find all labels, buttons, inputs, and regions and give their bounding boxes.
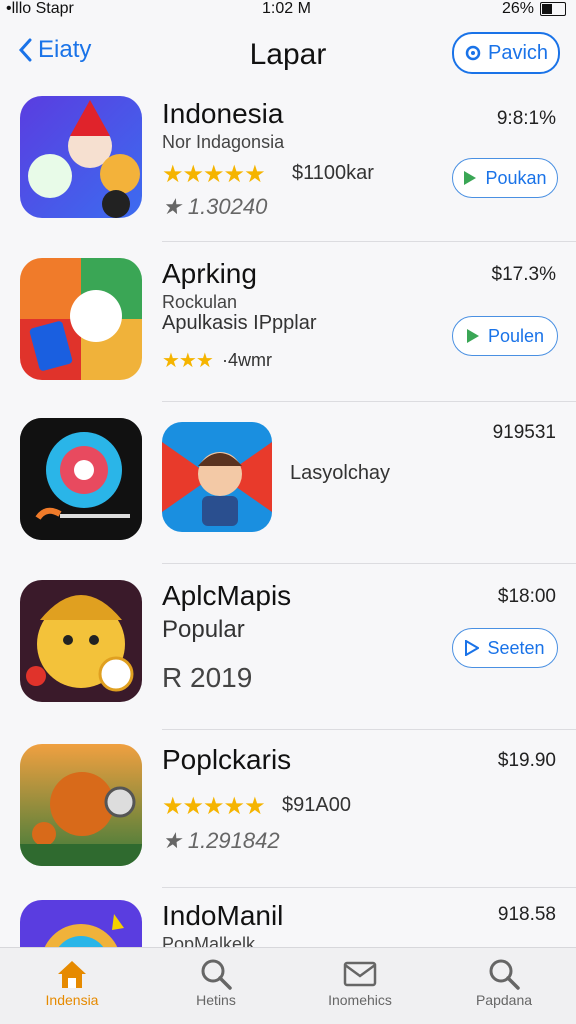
tab-mail[interactable]: Inomehics (288, 956, 432, 1008)
app-price: $17.3% (491, 264, 556, 285)
list-item[interactable]: Aprking Rockulan Apulkasis IPpplar ★★★ ·… (0, 242, 576, 402)
app-5-artwork-icon (20, 900, 142, 948)
rating-stars: ★★★ (162, 350, 214, 372)
app-icon (20, 744, 142, 866)
navigation-bar: Eiaty Lapar Pavich (0, 26, 576, 82)
app-price: $18:00 (497, 586, 556, 607)
get-button-label: Poulen (487, 325, 545, 346)
rating-extra: ·4wmr (222, 350, 272, 370)
rating-extra: $1100kar (292, 162, 374, 184)
play-icon (465, 640, 480, 656)
app-meta: ★ 1.291842 (162, 828, 280, 853)
app-name: Indonesia (162, 98, 284, 129)
status-bar: •lllo Stapr 1:02 M 26% (0, 0, 576, 20)
tab-home[interactable]: Indensia (0, 956, 144, 1008)
tab-label: Inomehics (328, 992, 392, 1008)
app-name: AplcMapis (162, 580, 292, 611)
app-price: $19.90 (497, 750, 556, 771)
get-button-label: Seeten (487, 637, 545, 658)
time-label: 1:02 M (262, 0, 311, 17)
tab-label: Hetins (196, 992, 236, 1008)
tab-label: Papdana (475, 992, 533, 1008)
nav-action-label: Pavich (487, 41, 549, 64)
app-icon (20, 580, 142, 702)
tab-bar: Indensia Hetins Inomehics Papdana (0, 947, 576, 1024)
play-icon (466, 329, 479, 343)
battery-percent: 26% (501, 0, 534, 17)
app-meta: ★ 1.30240 (162, 194, 268, 219)
app-1-artwork-icon (20, 258, 142, 380)
tab-search[interactable]: Hetins (144, 956, 288, 1008)
list-item[interactable]: Poplckaris ★★★★★ $91A00 ★ 1.291842 $19.9… (0, 730, 576, 888)
battery-icon (540, 2, 566, 16)
app-price: 919531 (492, 422, 556, 443)
play-icon (464, 171, 477, 185)
app-icon (20, 258, 142, 380)
app-icon (20, 900, 142, 948)
rating-stars: ★★★★★ (162, 161, 266, 188)
app-name: Poplckaris (162, 744, 292, 775)
get-button[interactable]: Poulen (452, 316, 558, 356)
app-subtitle: Rockulan (162, 292, 238, 312)
app-subtitle: PopMalkelk (162, 934, 256, 948)
nav-action-button[interactable]: Pavich (452, 32, 560, 74)
app-subtitle: Nor Indagonsia (162, 132, 285, 152)
refresh-icon (465, 45, 481, 61)
get-button[interactable]: Seeten (452, 628, 558, 668)
carrier-label: •lllo Stapr (6, 0, 74, 17)
tab-label: Indensia (45, 992, 99, 1008)
tab-search-2[interactable]: Papdana (432, 956, 576, 1008)
app-2-artwork-icon (20, 418, 142, 540)
app-subtitle: Popular (162, 616, 245, 643)
rating-extra: $91A00 (282, 794, 351, 816)
list-item[interactable]: AplcMapis Popular R 2019 $18:00 Seeten (0, 564, 576, 730)
get-button-label: Poukan (485, 167, 547, 188)
app-price: 9:8:1% (496, 108, 556, 129)
list-item[interactable]: Indonesia Nor Indagonsia ★★★★★ $1100kar … (0, 90, 576, 242)
app-subtitle-2: Apulkasis IPpplar (162, 312, 317, 334)
search-icon (432, 956, 576, 992)
rating-stars: ★★★★★ (162, 793, 266, 820)
home-icon (0, 956, 144, 992)
app-4-artwork-icon (20, 744, 142, 866)
app-icon (20, 96, 142, 218)
search-icon (144, 956, 288, 992)
mail-icon (288, 956, 432, 992)
app-icon (20, 418, 142, 540)
status-right: 26% (502, 0, 566, 18)
app-list: Indonesia Nor Indagonsia ★★★★★ $1100kar … (0, 90, 576, 948)
app-price: 918.58 (497, 904, 556, 925)
list-item[interactable]: Lasyolchay 919531 (0, 402, 576, 564)
app-0-artwork-icon (20, 96, 142, 218)
get-button[interactable]: Poukan (452, 158, 558, 198)
app-secondary-icon (162, 422, 272, 532)
app-name: Aprking (162, 258, 257, 289)
list-item[interactable]: IndoManil PopMalkelk 918.58 (0, 888, 576, 948)
app-3-artwork-icon (20, 580, 142, 702)
app-subtitle: Lasyolchay (290, 462, 391, 484)
app-meta: R 2019 (162, 662, 253, 693)
app-name: IndoManil (162, 900, 284, 931)
app-2-secondary-artwork-icon (162, 422, 272, 532)
